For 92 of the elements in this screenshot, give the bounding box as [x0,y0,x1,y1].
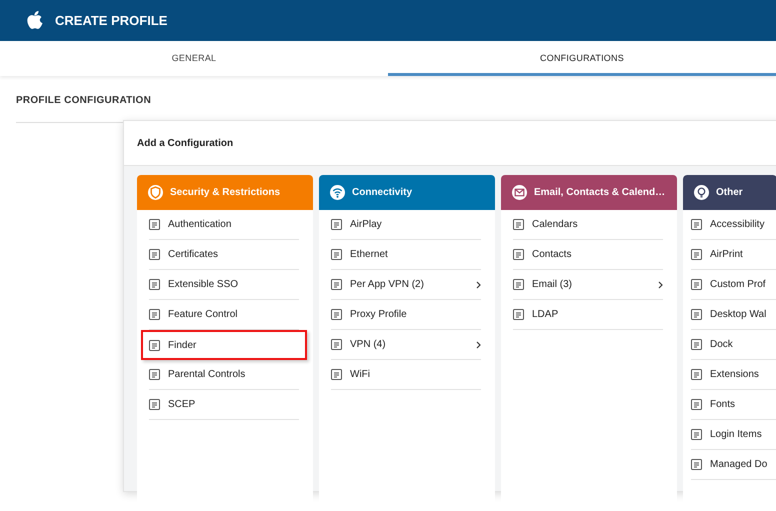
document-icon [149,219,160,230]
document-icon [691,219,702,230]
configuration-item[interactable]: SCEP [149,390,299,420]
envelope-icon [512,185,527,200]
apple-logo-icon [27,11,44,30]
document-icon [331,369,342,380]
document-icon [149,309,160,320]
document-icon [149,369,160,380]
item-label: Custom Prof [710,278,767,292]
item-label: Contacts [532,248,572,262]
configuration-item[interactable]: Login Items [691,420,776,450]
item-label: Accessibility [710,218,766,232]
category-title: Email, Contacts & Calend… [534,186,666,200]
item-label: LDAP [532,308,560,322]
document-icon [331,309,342,320]
document-icon [331,219,342,230]
document-icon [513,279,524,290]
item-label: Per App VPN (2) [350,278,425,292]
configuration-item[interactable]: Calendars [513,210,663,240]
lightbulb-icon [694,185,709,200]
document-icon [149,399,160,410]
configuration-item[interactable]: Accessibility [691,210,776,240]
document-icon [513,219,524,230]
configuration-item[interactable]: VPN (4) [331,330,481,360]
section-title: PROFILE CONFIGURATION [16,94,152,108]
document-icon [149,249,160,260]
document-icon [331,279,342,290]
document-icon [331,249,342,260]
dialog-title: Add a Configuration [137,136,234,150]
configuration-item[interactable]: Per App VPN (2) [331,270,481,300]
configuration-item[interactable]: LDAP [513,300,663,330]
configuration-item[interactable]: AirPlay [331,210,481,240]
configuration-item[interactable]: Ethernet [331,240,481,270]
item-label: Email (3) [532,278,574,292]
page-title: CREATE PROFILE [55,12,168,30]
document-icon [331,339,342,350]
item-label: Dock [710,338,734,352]
document-icon [691,369,702,380]
configuration-item[interactable]: Fonts [691,390,776,420]
tab[interactable]: GENERAL [0,41,388,76]
tab[interactable]: CONFIGURATIONS [388,41,776,76]
configuration-item[interactable]: Dock [691,330,776,360]
item-label: VPN (4) [350,338,387,352]
configuration-item[interactable]: Custom Prof [691,270,776,300]
item-label: Feature Control [168,308,238,322]
configuration-item[interactable]: Extensible SSO [149,270,299,300]
item-label: AirPrint [710,248,744,262]
configuration-item[interactable]: WiFi [331,360,481,390]
category-title: Connectivity [352,186,412,200]
item-label: Certificates [168,248,220,262]
configuration-item[interactable]: Finder [141,330,307,360]
configuration-item[interactable]: Authentication [149,210,299,240]
document-icon [513,309,524,320]
configuration-item[interactable]: Extensions [691,360,776,390]
document-icon [691,429,702,440]
shield-icon [148,185,163,200]
item-label: AirPlay [350,218,383,232]
document-icon [513,249,524,260]
configuration-item[interactable]: Parental Controls [149,360,299,390]
configuration-item[interactable]: Proxy Profile [331,300,481,330]
document-icon [691,279,702,290]
document-icon [691,309,702,320]
item-label: Calendars [532,218,579,232]
document-icon [691,399,702,410]
item-label: Authentication [168,218,232,232]
item-label: Login Items [710,428,763,442]
item-label: SCEP [168,398,196,412]
document-icon [691,459,702,470]
item-label: WiFi [350,368,371,382]
configuration-item[interactable]: Certificates [149,240,299,270]
category-title: Security & Restrictions [170,186,280,200]
wifi-icon [330,185,345,200]
item-label: Extensions [710,368,760,382]
document-icon [149,279,160,290]
item-label: Finder [168,338,198,352]
item-label: Desktop Wal [710,308,768,322]
item-label: Fonts [710,398,736,412]
configuration-item[interactable]: AirPrint [691,240,776,270]
configuration-item[interactable]: Managed Do [691,450,776,480]
category-title: Other [716,186,743,200]
document-icon [691,249,702,260]
configuration-item[interactable]: Contacts [513,240,663,270]
configuration-item[interactable]: Desktop Wal [691,300,776,330]
item-label: Managed Do [710,458,768,472]
item-label: Parental Controls [168,368,246,382]
configuration-item[interactable]: Feature Control [149,300,299,330]
document-icon [149,340,160,350]
item-label: Proxy Profile [350,308,408,322]
document-icon [691,339,702,350]
item-label: Extensible SSO [168,278,240,292]
configuration-item[interactable]: Email (3) [513,270,663,300]
item-label: Ethernet [350,248,389,262]
